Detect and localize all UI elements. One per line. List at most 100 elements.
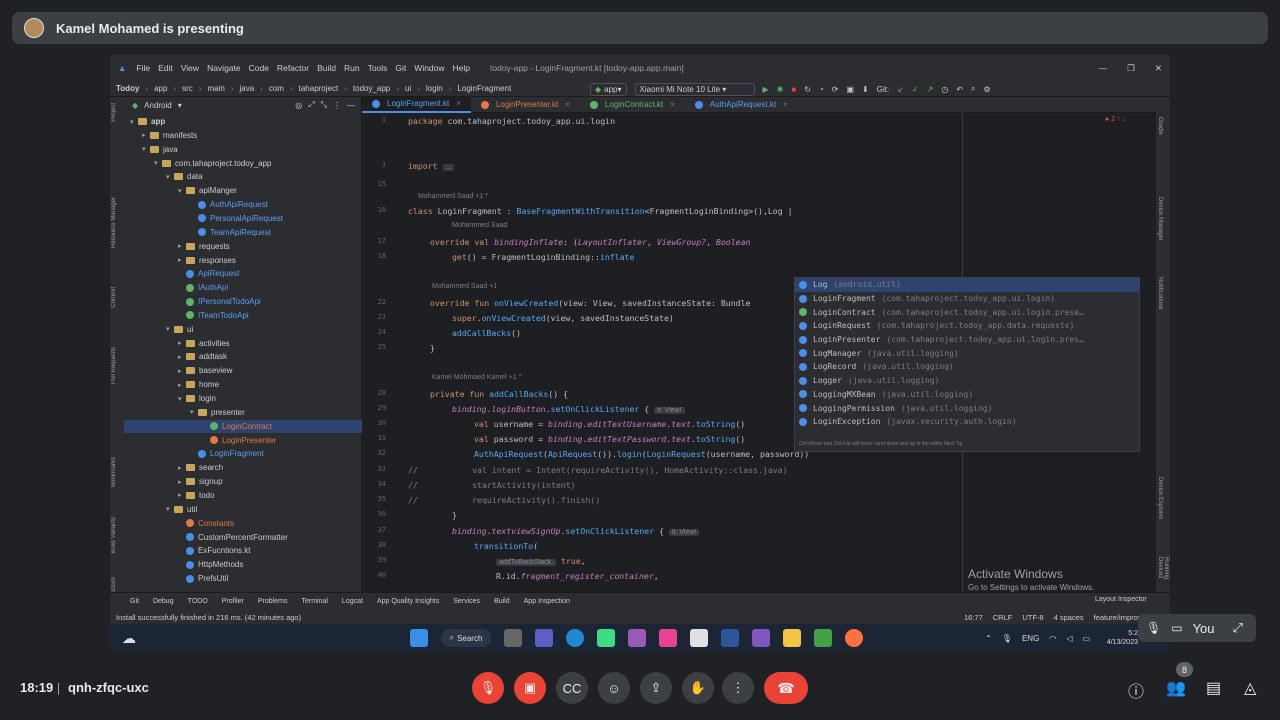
tray-language[interactable]: ENG xyxy=(1022,634,1039,643)
code-editor[interactable]: 1 3 15 16 17 18 22 23 24 25 28 29 30 31 … xyxy=(362,113,1156,592)
completion-item[interactable]: Log (android.util) xyxy=(795,278,1139,292)
reactions-button[interactable]: ☺ xyxy=(598,672,630,704)
completion-item[interactable]: LoginException (javax.security.auth.login… xyxy=(795,415,1139,429)
chevron-icon[interactable]: ▾ xyxy=(178,395,186,403)
tool-window-button[interactable]: Build xyxy=(494,598,510,605)
tree-item[interactable]: ApiRequest xyxy=(124,267,362,280)
people-button[interactable]: 👥 xyxy=(1166,678,1186,698)
tree-item[interactable]: ▸ manifests xyxy=(124,129,362,142)
breadcrumb-item[interactable]: Todoy xyxy=(116,84,139,93)
menu-item[interactable]: Tools xyxy=(368,63,388,73)
tray-clock[interactable]: 5:2 4/13/2023 xyxy=(1107,629,1138,647)
battery-icon[interactable]: ▭ xyxy=(1082,634,1090,643)
tool-window-button[interactable]: Services xyxy=(453,598,480,605)
tree-item[interactable]: ▾ com.tahaproject.todoy_app xyxy=(124,157,362,170)
tree-item[interactable]: ▸ responses xyxy=(124,254,362,267)
run-config-select[interactable]: ◆ app ▾ xyxy=(590,82,627,96)
tree-item[interactable]: ▾ login xyxy=(124,392,362,405)
menu-item[interactable]: Refactor xyxy=(277,63,309,73)
menu-item[interactable]: Help xyxy=(453,63,470,73)
stop-icon[interactable]: ■ xyxy=(791,85,796,94)
postman-icon[interactable] xyxy=(845,629,863,647)
figma-icon[interactable] xyxy=(659,629,677,647)
camera-toggle-button[interactable]: ▣ xyxy=(514,672,546,704)
maximize-icon[interactable]: ❐ xyxy=(1127,63,1135,74)
avd-icon[interactable]: ▣ xyxy=(846,85,854,94)
tree-item[interactable]: ▾ app xyxy=(124,115,362,128)
menu-bar[interactable]: File Edit View Navigate Code Refactor Build Run… xyxy=(136,63,478,73)
self-view-tile[interactable]: 🎙 ▭ You ⤢ xyxy=(1138,614,1256,642)
tree-item[interactable]: ▸ activities xyxy=(124,337,362,350)
breadcrumb-item[interactable]: com xyxy=(269,84,284,93)
git-update-icon[interactable]: ↙ xyxy=(897,85,904,94)
box-icon[interactable] xyxy=(690,629,708,647)
tool-window-button[interactable]: Git xyxy=(130,598,139,605)
expand-icon[interactable]: ⤢ xyxy=(308,100,314,110)
git-push-icon[interactable]: ↗ xyxy=(927,85,934,94)
tree-item[interactable]: AuthApiRequest xyxy=(124,198,362,211)
target-icon[interactable]: ◎ xyxy=(295,101,302,110)
captions-button[interactable]: CC xyxy=(556,672,588,704)
git-commit-icon[interactable]: ✓ xyxy=(912,85,919,94)
menu-item[interactable]: Run xyxy=(344,63,360,73)
status-item[interactable]: UTF-8 xyxy=(1022,613,1043,622)
volume-icon[interactable]: ◁ xyxy=(1066,634,1072,643)
chevron-down-icon[interactable]: ▾ xyxy=(178,101,182,110)
commit-tool[interactable]: Commit xyxy=(111,287,117,308)
mic-toggle-button[interactable]: 🎙 xyxy=(472,672,504,704)
tree-item[interactable]: CustomPercentFormatter xyxy=(124,531,362,544)
device-select[interactable]: Xiaomi Mi Note 10 Lite ▾ xyxy=(634,82,755,96)
chevron-icon[interactable]: ▾ xyxy=(178,187,186,195)
chevron-icon[interactable]: ▸ xyxy=(178,339,186,347)
menu-item[interactable]: Navigate xyxy=(207,63,241,73)
sdk-icon[interactable]: ⬇ xyxy=(862,85,869,94)
device-explorer-tool[interactable]: Device Explorer xyxy=(1157,477,1163,519)
task-view-icon[interactable] xyxy=(504,629,522,647)
tray-chevron-icon[interactable]: ⌃ xyxy=(985,634,992,643)
present-button[interactable]: ⇪ xyxy=(640,672,672,704)
breadcrumb-item[interactable]: LoginFragment xyxy=(457,84,511,93)
git-history-icon[interactable]: ◷ xyxy=(941,85,948,94)
pull-requests-tool[interactable]: Pull Requests xyxy=(111,347,117,384)
tree-item[interactable]: LoginContract xyxy=(124,419,362,433)
meeting-info-button[interactable]: ⓘ xyxy=(1128,678,1144,702)
tree-item[interactable]: LoginPresenter xyxy=(124,434,362,447)
chevron-icon[interactable]: ▸ xyxy=(142,131,150,139)
tree-item[interactable]: ▸ requests xyxy=(124,240,362,253)
chevron-icon[interactable]: ▾ xyxy=(142,145,150,153)
status-item[interactable]: 16:77 xyxy=(964,613,983,622)
menu-item[interactable]: Code xyxy=(249,63,269,73)
more-options-button[interactable]: ⋮ xyxy=(722,672,754,704)
tree-item[interactable]: ▸ todo xyxy=(124,489,362,502)
breadcrumb-item[interactable]: login xyxy=(426,84,443,93)
search-icon[interactable]: ⌕ xyxy=(971,84,975,94)
status-info[interactable]: 16:77 CRLF UTF-8 4 spaces feature/improve-ap… xyxy=(964,613,1162,622)
menu-item[interactable]: Edit xyxy=(158,63,173,73)
window-controls[interactable]: — ❐ ✕ xyxy=(1099,63,1162,74)
tree-item[interactable]: IPersonalTodoApi xyxy=(124,295,362,308)
completion-item[interactable]: LoginRequest (com.tahaproject.todoy_app.d… xyxy=(795,319,1139,333)
device-manager-tool[interactable]: Device Manager xyxy=(1157,197,1163,241)
project-tool-icon[interactable]: Project xyxy=(111,103,117,122)
completion-item[interactable]: LoginPresenter (com.tahaproject.todoy_app… xyxy=(795,333,1139,347)
project-view-select[interactable]: Android xyxy=(144,101,172,110)
chevron-icon[interactable]: ▸ xyxy=(178,491,186,499)
menu-item[interactable]: Window xyxy=(414,63,444,73)
completion-item[interactable]: LoggingPermission (java.util.logging) xyxy=(795,401,1139,415)
tree-item[interactable]: ▸ search xyxy=(124,461,362,474)
refresh-icon[interactable]: ↻ xyxy=(804,85,811,94)
editor-tab[interactable]: AuthApiRequest.kt × xyxy=(685,97,798,113)
tool-window-button[interactable]: TODO xyxy=(188,598,208,605)
store-icon[interactable] xyxy=(721,629,739,647)
chevron-icon[interactable]: ▸ xyxy=(178,256,186,264)
chevron-icon[interactable]: ▸ xyxy=(178,367,186,375)
chevron-icon[interactable]: ▸ xyxy=(178,381,186,389)
chevron-icon[interactable]: ▸ xyxy=(178,464,186,472)
android-studio-taskbar-icon[interactable] xyxy=(597,629,615,647)
chevron-icon[interactable]: ▾ xyxy=(166,505,174,513)
resource-manager-tool[interactable]: Resource Manager xyxy=(111,197,117,248)
chevron-icon[interactable]: ▸ xyxy=(178,353,186,361)
tree-item[interactable]: IAuthApi xyxy=(124,281,362,294)
close-tab-icon[interactable]: × xyxy=(456,99,461,108)
menu-item[interactable]: Git xyxy=(395,63,406,73)
